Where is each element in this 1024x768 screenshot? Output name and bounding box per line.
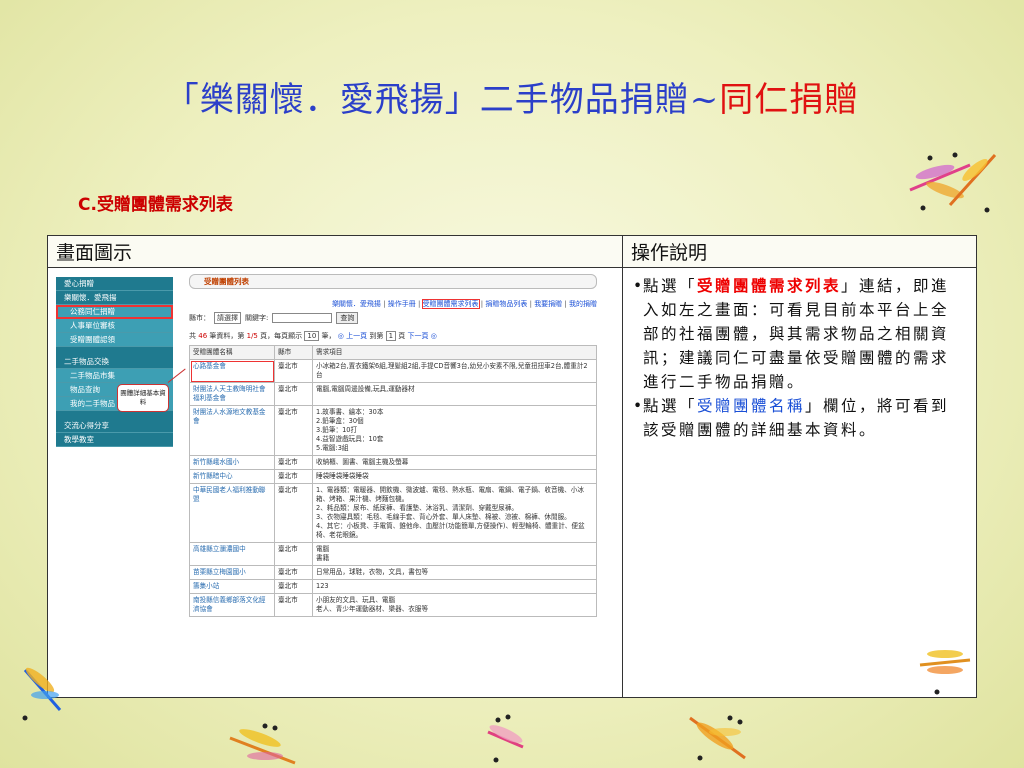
- col-city: 縣市: [274, 345, 313, 360]
- org-name-link[interactable]: 財團法人水源地文教基金會: [189, 405, 275, 456]
- prev-icon[interactable]: ◎: [338, 332, 344, 340]
- next-link[interactable]: 下一頁: [408, 332, 429, 340]
- sidebar-gap: [56, 347, 173, 355]
- city-cell: 臺北市: [274, 359, 313, 383]
- bullet-1: • 點選「受贈團體需求列表」連結，即進入如左之畫面：可看見目前本平台上全部的社福團…: [633, 276, 950, 391]
- org-name-link[interactable]: 南投縣信義鄉部落文化經濟協會: [189, 593, 275, 617]
- keyword-input[interactable]: [272, 313, 333, 323]
- table-row: 新竹縣暗中心 臺北市 睡袋睡袋睡袋睡袋: [189, 469, 597, 484]
- table-row: 苗栗縣立梅園國小 臺北市 日常用品，球鞋，衣物，文具，書包等: [189, 565, 597, 580]
- needs-cell: 小朋友的文具、玩具、電腦 老人、青少年運動器材、樂器、衣服等: [312, 593, 597, 617]
- needs-cell: 睡袋睡袋睡袋睡袋: [312, 469, 597, 484]
- needs-cell: 收納櫃、圖書、電腦主機及螢幕: [312, 455, 597, 470]
- table-row: 心路基金會 臺北市 小冰箱2台,置衣鐵架6組,理髮組2組,手提CD音響3台,幼兒小安…: [189, 359, 597, 383]
- col-needs: 需求項目: [312, 345, 597, 360]
- content-table: 畫面圖示 操作說明 愛心捐贈 樂關懷．愛飛揚 公務同仁捐贈 人事單位審核 受贈團體認領二…: [47, 235, 977, 698]
- dragonfly-icon: [487, 714, 524, 763]
- sidebar-item[interactable]: 受贈團體認領: [56, 333, 173, 347]
- city-cell: 臺北市: [274, 542, 313, 566]
- top-links: 樂關懷．愛飛揚 | 操作手冊 | 受贈團體需求列表 | 捐贈物品列表 | 我要捐…: [331, 299, 597, 309]
- dragonfly-icon: [909, 152, 997, 213]
- next-icon[interactable]: ◎: [431, 332, 437, 340]
- org-name-link[interactable]: 新竹縣峨水國小: [189, 455, 275, 470]
- city-cell: 臺北市: [274, 483, 313, 543]
- city-cell: 臺北市: [274, 469, 313, 484]
- sidebar-item[interactable]: 交流心得分享: [56, 419, 173, 433]
- page-title: 受贈團體列表: [189, 274, 597, 289]
- city-label: 縣市：: [189, 314, 210, 322]
- dragonfly-icon: [689, 715, 746, 761]
- org-name-link[interactable]: 籌集小站: [189, 579, 275, 594]
- prev-link[interactable]: 上一頁: [346, 332, 367, 340]
- table-row: 新竹縣峨水國小 臺北市 收納櫃、圖書、電腦主機及螢幕: [189, 455, 597, 470]
- table-row: 中華民國老人福利推動聯盟 臺北市 1、電器類：電暖器、開飲機、微波爐、電毯、熱水瓶、…: [189, 483, 597, 543]
- header-screenshot: 畫面圖示: [47, 235, 623, 268]
- table-row: 籌集小站 臺北市 123: [189, 579, 597, 594]
- table-row: 財團法人天主教晦明社會福利基金會 臺北市 電腦,電腦周邊設備,玩具,運動器材: [189, 382, 597, 406]
- bullet-2: • 點選「受贈團體名稱」欄位，將可看到該受贈團體的詳細基本資料。: [633, 397, 950, 439]
- city-cell: 臺北市: [274, 455, 313, 470]
- sidebar-item[interactable]: 教學教室: [56, 433, 173, 447]
- goto-select[interactable]: 1: [385, 331, 397, 341]
- filter-row: 縣市： 請選擇 關鍵字: 查詢: [189, 312, 597, 324]
- sidebar-item[interactable]: 樂關懷．愛飛揚: [56, 291, 173, 305]
- sidebar-item[interactable]: 愛心捐贈: [56, 277, 173, 291]
- org-name-link[interactable]: 新竹縣暗中心: [189, 469, 275, 484]
- needs-cell: 1.故事書、繪本：30本 2.鉛筆盒：30個 3.鉛筆：10打 4.益智遊戲玩具…: [312, 405, 597, 456]
- table-row: 南投縣信義鄉部落文化經濟協會 臺北市 小朋友的文具、玩具、電腦 老人、青少年運動器材…: [189, 593, 597, 617]
- screenshot-content: 受贈團體列表 樂關懷．愛飛揚 | 操作手冊 | 受贈團體需求列表 | 捐贈物品列…: [189, 274, 597, 617]
- per-page-select[interactable]: 10: [304, 331, 320, 341]
- needs-cell: 123: [312, 579, 597, 594]
- needs-cell: 日常用品，球鞋，衣物，文具，書包等: [312, 565, 597, 580]
- top-link[interactable]: 操作手冊: [388, 300, 416, 308]
- sidebar-item[interactable]: 二手物品市集: [56, 369, 173, 383]
- city-cell: 臺北市: [274, 593, 313, 617]
- org-table: 受贈團體名稱 縣市 需求項目 心路基金會 臺北市 小冰箱2台,置衣鐵架6組,理髮組2…: [189, 345, 597, 617]
- top-link[interactable]: 我要捐贈: [534, 300, 562, 308]
- top-link[interactable]: 我的捐贈: [569, 300, 597, 308]
- top-link[interactable]: 捐贈物品列表: [485, 300, 527, 308]
- city-cell: 臺北市: [274, 579, 313, 594]
- screenshot-sidebar: 愛心捐贈 樂關懷．愛飛揚 公務同仁捐贈 人事單位審核 受贈團體認領 二手物品交換 二手物品市…: [56, 277, 173, 447]
- org-name-link[interactable]: 苗栗縣立梅園國小: [189, 565, 275, 580]
- table-row: 財團法人水源地文教基金會 臺北市 1.故事書、繪本：30本 2.鉛筆盒：30個 3.…: [189, 405, 597, 456]
- city-cell: 臺北市: [274, 565, 313, 580]
- table-row: 高雄縣立瀰濃國中 臺北市 電腦 書籍: [189, 542, 597, 566]
- screenshot-cell: 愛心捐贈 樂關懷．愛飛揚 公務同仁捐贈 人事單位審核 受贈團體認領 二手物品交換 二手物品市…: [47, 267, 623, 698]
- needs-cell: 電腦,電腦周邊設備,玩具,運動器材: [312, 382, 597, 406]
- header-instructions: 操作說明: [622, 235, 977, 268]
- top-link[interactable]: 受贈團體需求列表: [421, 299, 480, 309]
- city-select[interactable]: 請選擇: [214, 312, 241, 324]
- callout: 團體詳細基本資料: [117, 384, 169, 412]
- needs-cell: 電腦 書籍: [312, 542, 597, 566]
- pager: 共 46 筆資料，第 1/5 頁，每頁顯示 10 筆， ◎ 上一頁 到第 1 頁…: [189, 331, 437, 341]
- search-button[interactable]: 查詢: [336, 312, 359, 324]
- instructions-cell: • 點選「受贈團體需求列表」連結，即進入如左之畫面：可看見目前本平台上全部的社福團…: [622, 267, 977, 698]
- dragonfly-icon: [919, 650, 971, 695]
- col-org: 受贈團體名稱: [189, 345, 275, 360]
- top-link[interactable]: 樂關懷．愛飛揚: [332, 300, 381, 308]
- sidebar-item[interactable]: 公務同仁捐贈: [56, 305, 173, 319]
- needs-cell: 1、電器類：電暖器、開飲機、微波爐、電毯、熱水瓶、電扇、電鍋、電子鍋、收音機、小…: [312, 483, 597, 543]
- city-cell: 臺北市: [274, 405, 313, 456]
- dragonfly-icon: [22, 667, 62, 721]
- sidebar-item[interactable]: 二手物品交換: [56, 355, 173, 369]
- slide-title: 「樂關懷．愛飛揚」二手物品捐贈~同仁捐贈: [164, 80, 860, 120]
- org-name-link[interactable]: 財團法人天主教晦明社會福利基金會: [189, 382, 275, 406]
- org-name-link[interactable]: 中華民國老人福利推動聯盟: [189, 483, 275, 543]
- sidebar-gap: [56, 411, 173, 419]
- slide-subtitle: C.受贈團體需求列表: [78, 195, 233, 215]
- org-name-link[interactable]: 心路基金會: [189, 359, 275, 383]
- city-cell: 臺北市: [274, 382, 313, 406]
- dragonfly-icon: [229, 723, 296, 765]
- needs-cell: 小冰箱2台,置衣鐵架6組,理髮組2組,手提CD音響3台,幼兒小安素不限,兒童扭扭…: [312, 359, 597, 383]
- keyword-label: 關鍵字:: [245, 314, 269, 322]
- org-name-link[interactable]: 高雄縣立瀰濃國中: [189, 542, 275, 566]
- sidebar-item[interactable]: 人事單位審核: [56, 319, 173, 333]
